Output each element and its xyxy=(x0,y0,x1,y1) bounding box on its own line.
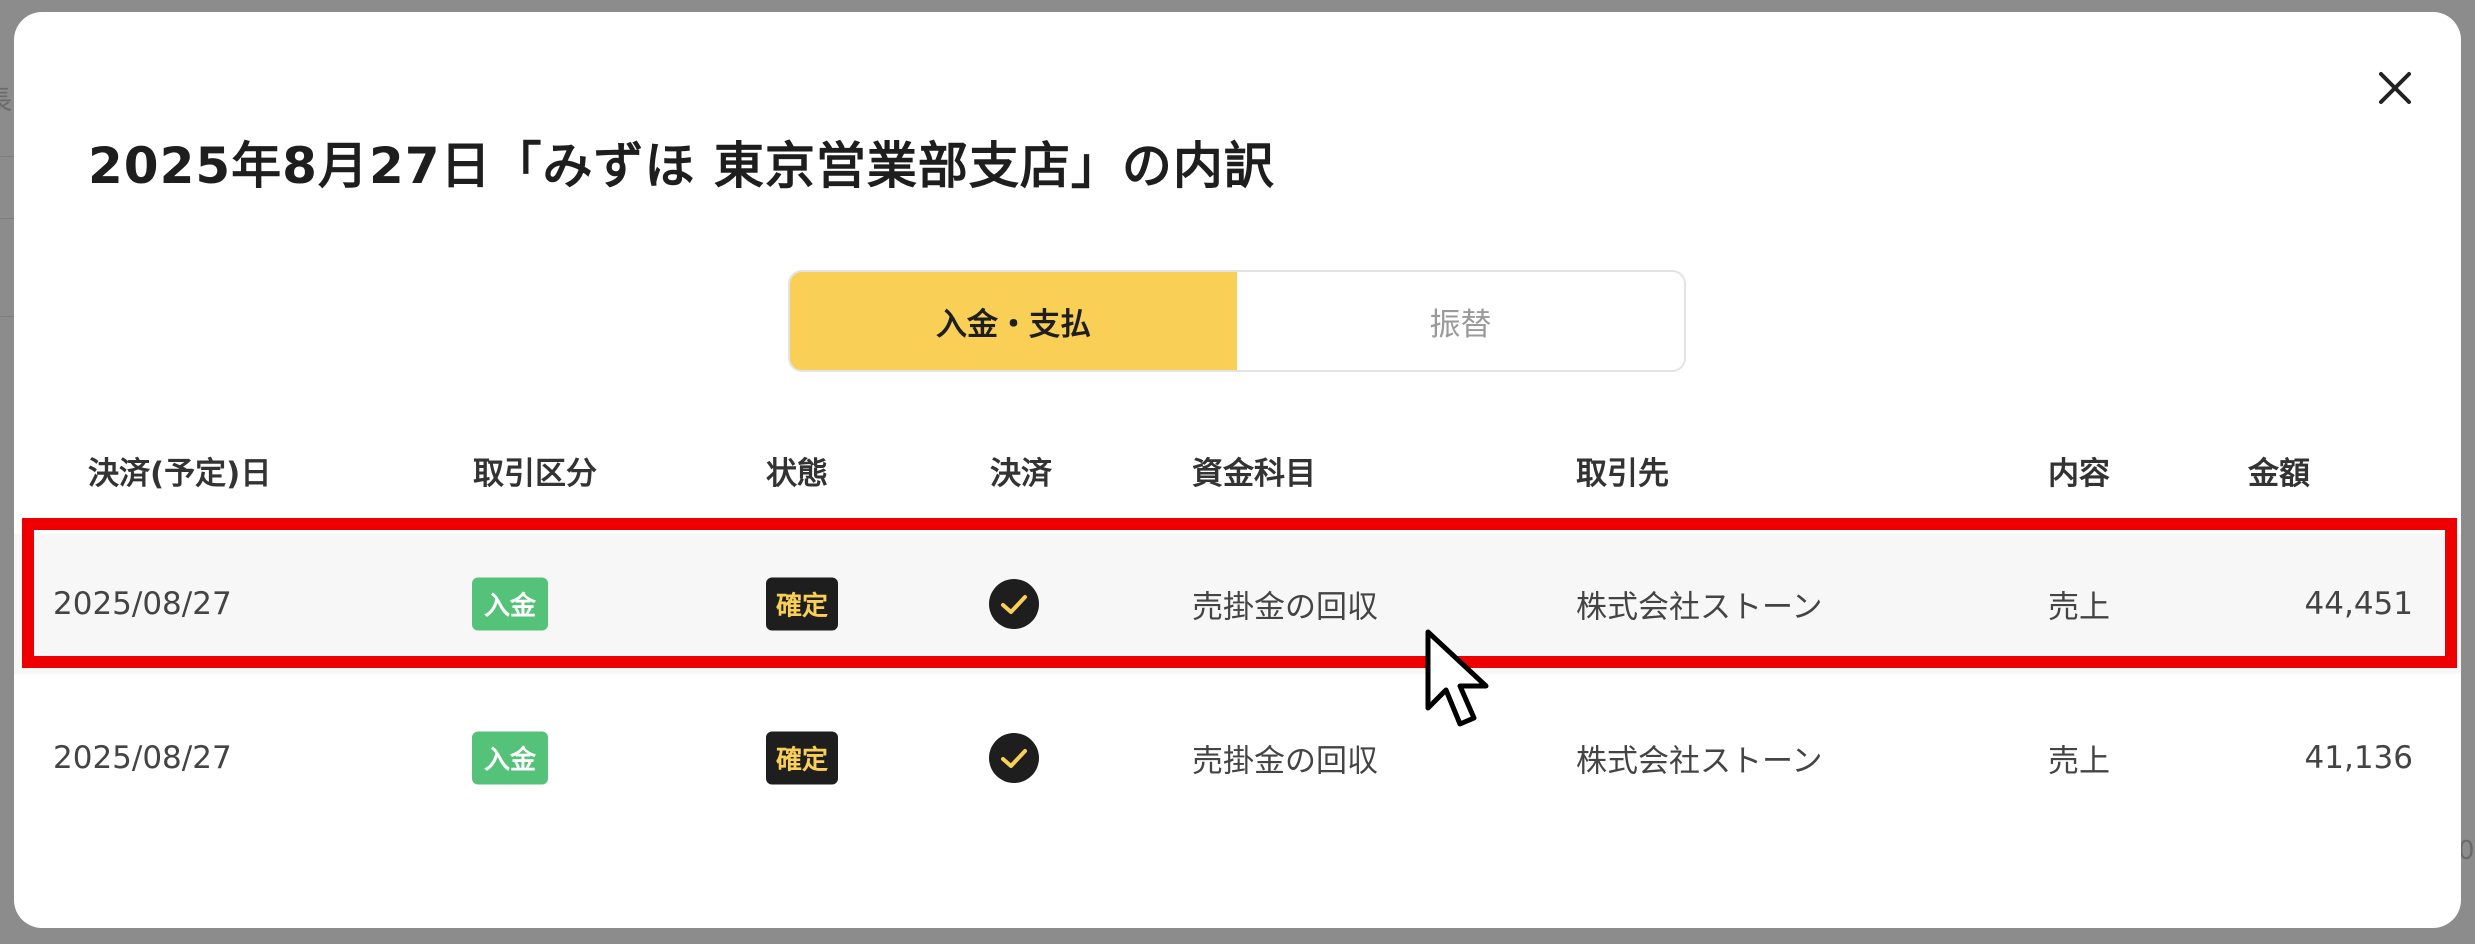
column-header-settlement-date: 決済(予定)日 xyxy=(88,456,272,492)
column-header-transaction-type: 取引区分 xyxy=(473,456,597,492)
background-divider xyxy=(0,316,14,317)
table-row[interactable]: 2025/08/27 入金 確定 売掛金の回収 株式会社ストーン 売上 41,1… xyxy=(14,688,2461,828)
tab-deposit-payment[interactable]: 入金・支払 xyxy=(790,272,1237,370)
modal-title: 2025年8月27日「みずほ 東京営業部支店」の内訳 xyxy=(88,137,1275,195)
amount: 41,136 xyxy=(2304,740,2413,776)
column-header-amount: 金額 xyxy=(2248,456,2310,492)
column-header-status: 状態 xyxy=(766,456,828,492)
background-divider xyxy=(0,218,14,219)
tab-transfer[interactable]: 振替 xyxy=(1237,272,1684,370)
background-text-fragment: 長 xyxy=(0,80,12,117)
highlight-box xyxy=(22,518,2457,668)
tab-switcher: 入金・支払 振替 xyxy=(788,270,1686,372)
fund-account: 売掛金の回収 xyxy=(1192,743,1378,780)
background-divider xyxy=(0,156,14,157)
check-circle-icon xyxy=(989,733,1039,783)
settlement-date: 2025/08/27 xyxy=(53,740,232,776)
mouse-cursor-icon xyxy=(1425,629,1489,727)
column-header-description: 内容 xyxy=(2048,456,2110,492)
partner-name: 株式会社ストーン xyxy=(1576,743,1823,780)
column-header-partner: 取引先 xyxy=(1576,456,1669,492)
close-button[interactable] xyxy=(2369,62,2421,114)
description: 売上 xyxy=(2048,743,2110,780)
confirmed-badge: 確定 xyxy=(766,731,839,785)
column-header-fund-account: 資金科目 xyxy=(1192,456,1316,492)
breakdown-modal: 2025年8月27日「みずほ 東京営業部支店」の内訳 入金・支払 振替 決済(予… xyxy=(14,12,2461,928)
column-header-settled: 決済 xyxy=(990,456,1052,492)
deposit-badge: 入金 xyxy=(472,731,549,785)
close-icon xyxy=(2379,72,2411,104)
